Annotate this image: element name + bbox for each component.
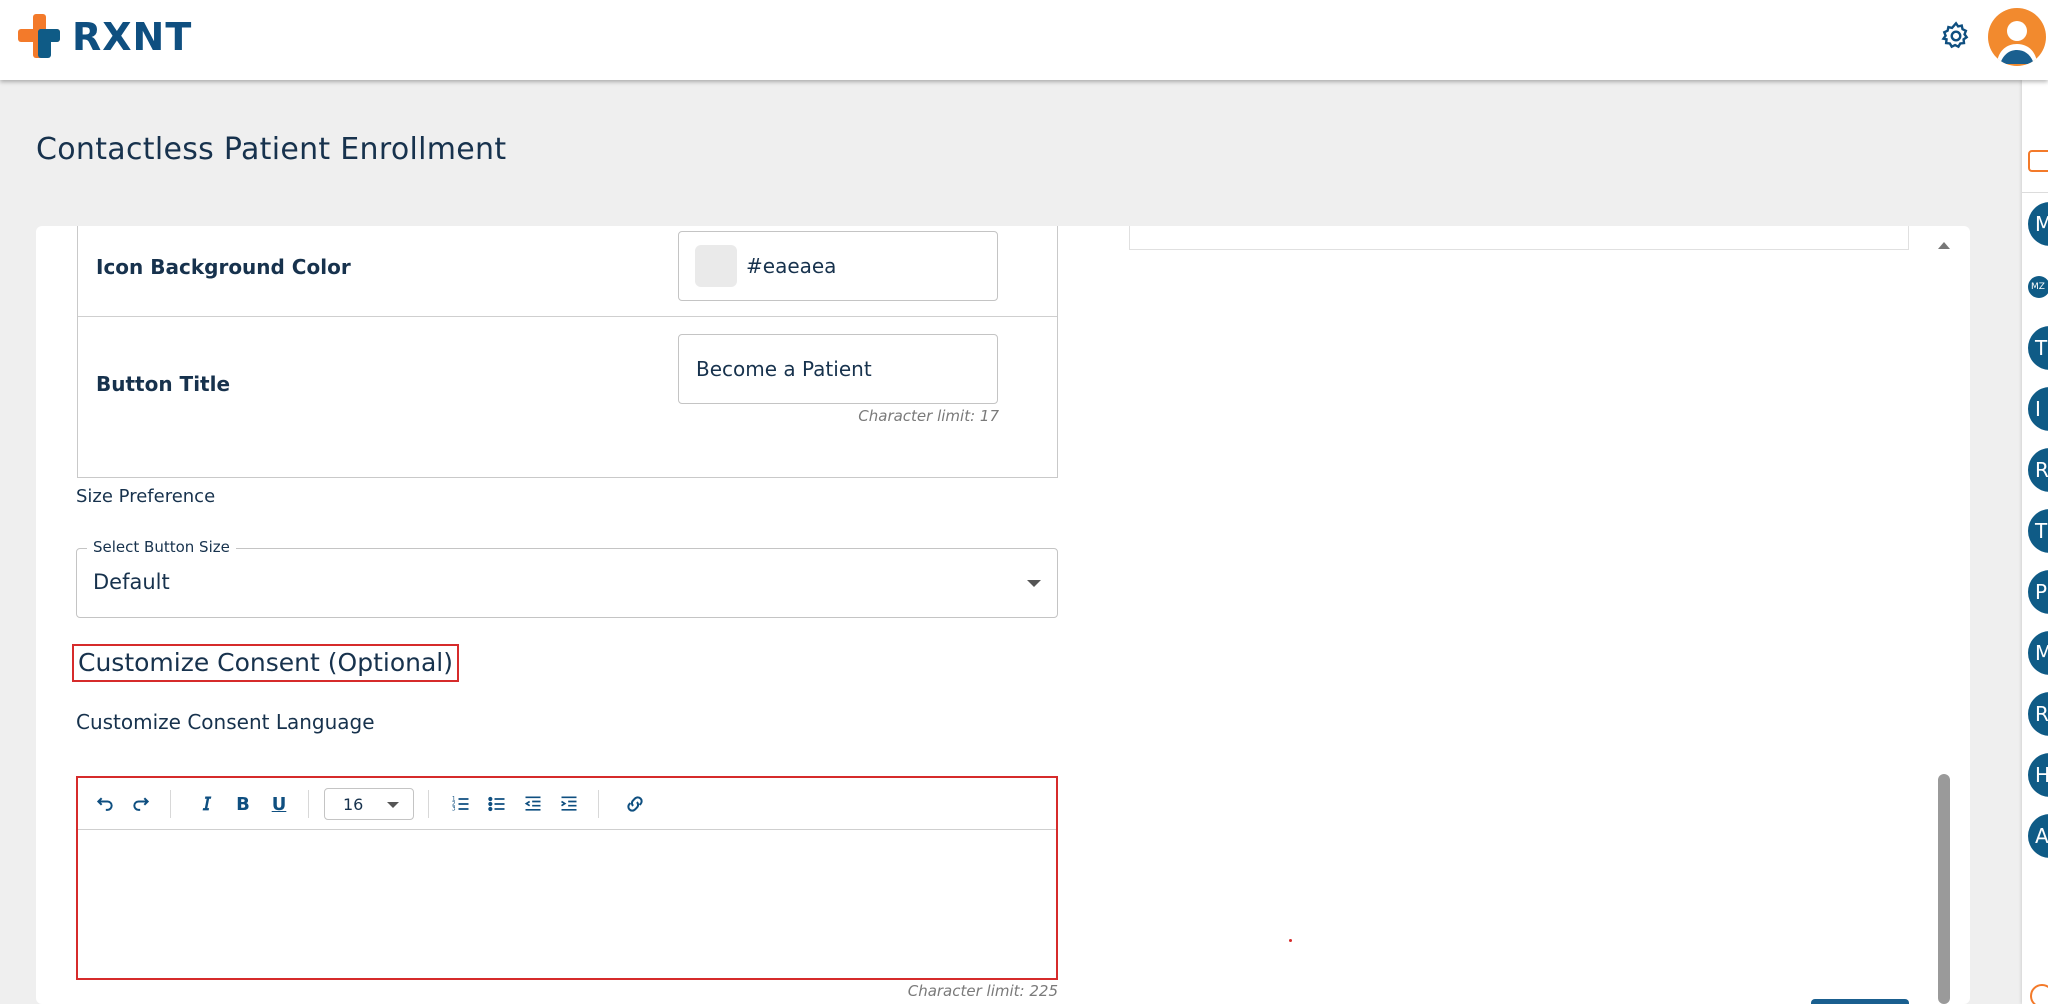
select-button-size-label: Select Button Size [87,538,236,556]
top-header: RXNT [0,0,2048,80]
font-size-select[interactable]: 16 [324,788,414,820]
logo-text: RXNT [72,15,193,59]
scroll-thumb[interactable] [1938,774,1950,1004]
font-size-caret-icon[interactable] [387,802,399,808]
color-hex-value[interactable]: #eaeaea [746,254,836,278]
contact-avatar[interactable]: T [2028,509,2048,553]
chat-icon[interactable] [2028,150,2048,172]
page-title: Contactless Patient Enrollment [36,132,507,167]
logo-cross-icon [16,14,62,60]
contact-avatar[interactable]: P [2028,570,2048,614]
icon-background-color-row: Icon Background Color #eaeaea [78,226,1057,317]
bulleted-list-icon[interactable] [484,791,510,817]
icon-background-color-label: Icon Background Color [96,255,351,279]
bold-icon[interactable]: B [230,791,256,817]
redo-icon[interactable] [128,791,154,817]
undo-icon[interactable] [92,791,118,817]
contact-avatar[interactable]: A [2028,814,2048,858]
italic-icon[interactable]: 𝘐 [194,791,220,817]
underline-icon[interactable]: U [266,791,292,817]
cursor-dot [1289,939,1292,942]
right-contacts-rail: M MZ T I R T P M R H A [2022,80,2048,1004]
contact-avatar[interactable]: R [2028,692,2048,736]
enrollment-settings-card: Icon Background Color #eaeaea Button Tit… [36,226,1970,1004]
rxnt-logo[interactable]: RXNT [16,14,192,60]
outdent-icon[interactable] [520,791,546,817]
editor-toolbar: 𝘐 B U 16 123 [78,778,1056,830]
consent-char-limit: Character limit: 225 [907,982,1058,1000]
button-settings-table: Icon Background Color #eaeaea Button Tit… [77,226,1058,478]
contact-avatar[interactable]: T [2028,326,2048,370]
contact-avatar[interactable]: I [2028,387,2048,431]
scroll-up-arrow-icon[interactable] [1938,242,1950,249]
contact-avatar[interactable]: H [2028,753,2048,797]
contact-avatar[interactable]: MZ [2028,276,2048,298]
user-avatar-icon[interactable] [1988,8,2046,66]
contact-avatar[interactable]: M [2028,202,2048,246]
contact-avatar[interactable]: R [2028,448,2048,492]
button-title-row: Button Title Become a Patient Character … [78,317,1057,477]
preview-button[interactable] [1811,999,1909,1004]
size-preference-label: Size Preference [76,486,216,507]
font-size-value[interactable]: 16 [343,795,363,814]
contact-avatar[interactable]: M [2028,631,2048,675]
link-icon[interactable] [622,791,648,817]
button-title-value[interactable]: Become a Patient [696,357,872,381]
customize-consent-heading: Customize Consent (Optional) [72,644,459,682]
button-title-input[interactable]: Become a Patient [678,334,998,404]
consent-rich-text-editor: 𝘐 B U 16 123 [76,776,1058,980]
svg-text:3: 3 [452,807,456,813]
preview-panel [1129,226,1909,250]
color-picker-field[interactable]: #eaeaea [678,231,998,301]
dropdown-caret-icon[interactable] [1027,580,1041,587]
button-title-label: Button Title [96,372,231,396]
numbered-list-icon[interactable]: 123 [448,791,474,817]
button-size-value[interactable]: Default [93,570,170,594]
gear-icon[interactable] [1940,20,1972,52]
color-swatch[interactable] [695,245,737,287]
vertical-scrollbar[interactable] [1934,226,1954,1004]
help-icon[interactable] [2030,984,2048,1004]
button-title-char-limit: Character limit: 17 [858,407,999,425]
indent-icon[interactable] [556,791,582,817]
button-size-select[interactable]: Select Button Size Default [76,538,1058,618]
consent-editor-textarea[interactable] [78,831,1056,978]
customize-consent-language-label: Customize Consent Language [76,710,375,734]
